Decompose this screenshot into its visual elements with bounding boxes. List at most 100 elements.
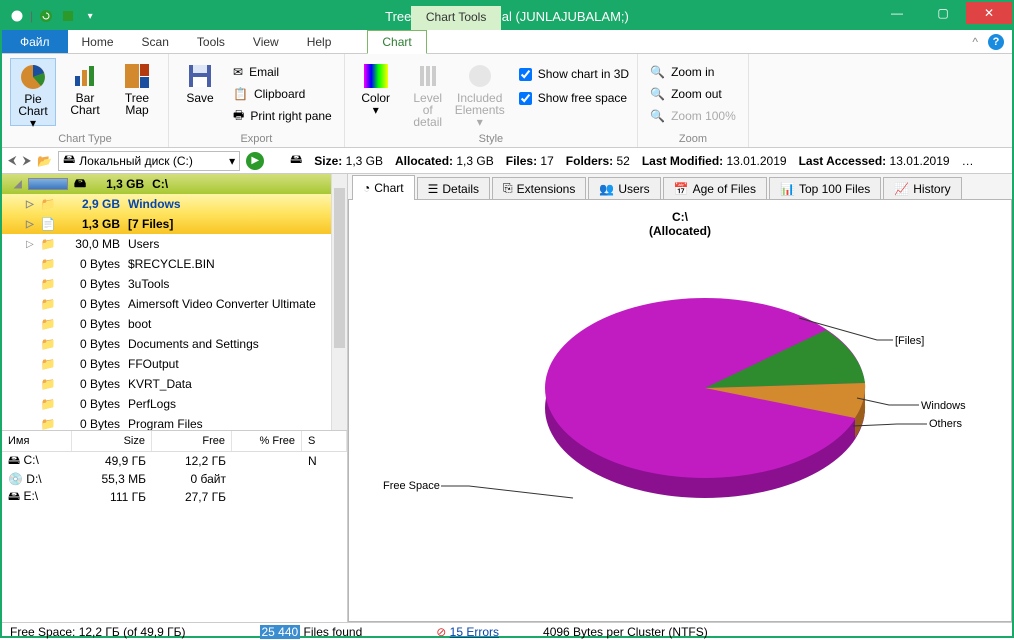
tree-item[interactable]: 📁0 BytesProgram Files [2, 414, 347, 430]
save-icon [186, 62, 214, 90]
ribbon-body: Pie Chart ▾ Bar Chart Tree Map Chart Typ… [2, 54, 1012, 148]
qat-chevron[interactable]: ▾ [81, 7, 99, 25]
tree-item[interactable]: ▷📁2,9 GBWindows [2, 194, 347, 214]
color-icon [362, 62, 390, 90]
folder-icon: 📁 [40, 316, 56, 332]
included-elements-button: Included Elements ▾ [457, 58, 503, 126]
tree-item[interactable]: 📁0 Bytes3uTools [2, 274, 347, 294]
tree-item[interactable]: 📁0 BytesDocuments and Settings [2, 334, 347, 354]
print-icon: 🖶 [233, 106, 244, 127]
go-button[interactable]: ▶ [246, 152, 264, 170]
tab-chart[interactable]: Chart [367, 30, 426, 54]
nav-bar: ⮜ ⮞ 📂 🖴 Локальный диск (C:) ▾ ▶ 🖴 Size: … [2, 148, 1012, 174]
contextual-tab-group: Chart Tools [411, 6, 501, 30]
zoom-out-button[interactable]: 🔍Zoom out [646, 84, 740, 104]
status-free: Free Space: 12,2 ГБ (of 49,9 ГБ) [10, 625, 186, 639]
tab-help[interactable]: Help [293, 30, 346, 53]
tree-item[interactable]: 📁0 BytesAimersoft Video Converter Ultima… [2, 294, 347, 314]
back-button[interactable]: ⮜ [8, 153, 17, 168]
show-free-checkbox[interactable]: Show free space [519, 88, 629, 108]
drives-header[interactable]: Имя Size Free % Free S [2, 430, 347, 452]
print-button[interactable]: 🖶Print right pane [229, 106, 336, 126]
vtab-top[interactable]: 📊Top 100 Files [769, 177, 881, 199]
qat-sep1: | [30, 9, 33, 23]
minimize-button[interactable]: — [874, 2, 920, 24]
group-zoom: 🔍Zoom in 🔍Zoom out 🔍Zoom 100% Zoom [638, 54, 749, 147]
drive-selector[interactable]: 🖴 Локальный диск (C:) ▾ [58, 151, 240, 171]
vtab-users[interactable]: 👥Users [588, 177, 660, 199]
tab-file[interactable]: Файл [2, 30, 68, 53]
vtab-details[interactable]: ☰Details [417, 177, 490, 199]
up-icon[interactable]: 📂 [37, 154, 52, 168]
scan-icon[interactable] [59, 7, 77, 25]
tree-root[interactable]: ◢ 🖴 1,3 GBC:\ [2, 174, 347, 194]
group-export: Save ✉Email 📋Clipboard 🖶Print right pane… [169, 54, 345, 147]
zoom-100-icon: 🔍 [650, 109, 665, 123]
tree-item[interactable]: 📁0 BytesPerfLogs [2, 394, 347, 414]
pie-chart-button[interactable]: Pie Chart ▾ [10, 58, 56, 126]
pie-icon: ◔ [363, 181, 370, 195]
email-button[interactable]: ✉Email [229, 62, 336, 82]
folder-icon: 📁 [40, 336, 56, 352]
titlebar: | ▾ Chart Tools TreeSize Professional (J… [2, 2, 1012, 30]
clipboard-button[interactable]: 📋Clipboard [229, 84, 336, 104]
tab-view[interactable]: View [239, 30, 293, 53]
collapse-ribbon-icon[interactable]: ^ [972, 35, 978, 49]
left-pane: ◢ 🖴 1,3 GBC:\ ▷📁2,9 GBWindows▷📄1,3 GB[7 … [2, 174, 348, 622]
drive-icon: 🖴 [8, 489, 20, 503]
clipboard-icon: 📋 [233, 87, 248, 101]
app-window: | ▾ Chart Tools TreeSize Professional (J… [0, 0, 1014, 638]
tree-item[interactable]: 📁0 Bytesboot [2, 314, 347, 334]
status-found-n: 25 440 [260, 625, 301, 639]
ext-icon: ⎘ [503, 181, 513, 196]
error-icon: ⊘ [436, 625, 446, 639]
drive-row[interactable]: 💿 D:\55,3 МБ0 байт [2, 470, 347, 488]
tab-scan[interactable]: Scan [128, 30, 183, 53]
drive-icon: 🖴 [63, 150, 75, 171]
vtab-hist[interactable]: 📈History [883, 177, 961, 199]
users-icon: 👥 [599, 182, 614, 196]
maximize-button[interactable]: ▢ [920, 2, 966, 24]
vtab-age[interactable]: 📅Age of Files [663, 177, 767, 199]
drive-icon: 💿 [8, 472, 23, 486]
help-icon[interactable]: ? [988, 34, 1004, 50]
tree-item[interactable]: 📁0 Bytes$RECYCLE.BIN [2, 254, 347, 274]
tree-item[interactable]: 📁0 BytesFFOutput [2, 354, 347, 374]
chart-pane: C:\(Allocated) [Files] Windows Others Fr… [348, 200, 1012, 622]
tree-item[interactable]: ▷📁30,0 MBUsers [2, 234, 347, 254]
tree-item[interactable]: ▷📄1,3 GB[7 Files] [2, 214, 347, 234]
tree-item[interactable]: 📁0 BytesKVRT_Data [2, 374, 347, 394]
zoom-in-icon: 🔍 [650, 65, 665, 79]
level-detail-icon [414, 62, 442, 90]
vtab-ext[interactable]: ⎘Extensions [492, 177, 586, 199]
close-button[interactable]: ✕ [966, 2, 1012, 24]
show-3d-checkbox[interactable]: Show chart in 3D [519, 64, 629, 84]
view-tabs: ◔Chart ☰Details ⎘Extensions 👥Users 📅Age … [348, 174, 1012, 200]
tree-scrollbar-v[interactable] [331, 174, 347, 430]
tab-tools[interactable]: Tools [183, 30, 239, 53]
top-icon: 📊 [780, 182, 795, 196]
bar-chart-icon [71, 62, 99, 90]
status-errors[interactable]: 15 Errors [450, 625, 499, 639]
save-button[interactable]: Save [177, 58, 223, 126]
included-icon [466, 62, 494, 90]
refresh-icon[interactable] [37, 7, 55, 25]
color-button[interactable]: Color ▾ [353, 58, 399, 126]
window-title: TreeSize Professional (JUNLAJUBALAM;) [2, 9, 1012, 24]
tab-home[interactable]: Home [68, 30, 128, 53]
history-icon: 📈 [894, 182, 909, 196]
fwd-button[interactable]: ⮞ [23, 153, 32, 168]
tree-view[interactable]: ◢ 🖴 1,3 GBC:\ ▷📁2,9 GBWindows▷📄1,3 GB[7 … [2, 174, 347, 430]
tree-map-button[interactable]: Tree Map [114, 58, 160, 126]
drive-row[interactable]: 🖴 E:\111 ГБ27,7 ГБ [2, 488, 347, 506]
group-style: Color ▾ Level of detail Included Element… [345, 54, 638, 147]
vtab-chart[interactable]: ◔Chart [352, 175, 415, 200]
drive-row[interactable]: 🖴 C:\49,9 ГБ12,2 ГБN [2, 452, 347, 470]
zoom-in-button[interactable]: 🔍Zoom in [646, 62, 740, 82]
calendar-icon: 📅 [674, 182, 689, 196]
bar-chart-button[interactable]: Bar Chart [62, 58, 108, 126]
folder-icon: 📁 [40, 236, 56, 252]
ribbon-tabs: Файл Home Scan Tools View Help Chart ^ ? [2, 30, 1012, 54]
level-detail-button: Level of detail [405, 58, 451, 126]
zoom-out-icon: 🔍 [650, 87, 665, 101]
